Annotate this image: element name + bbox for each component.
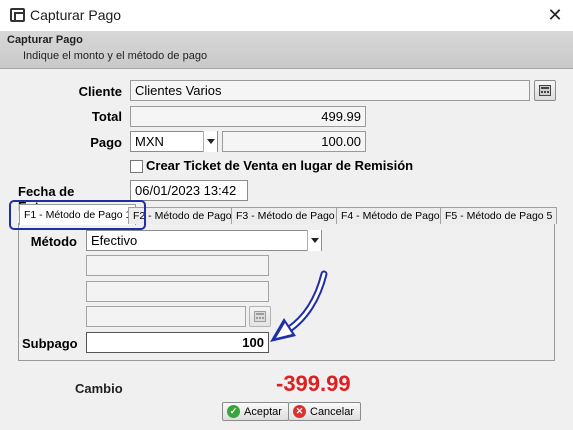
title-bar: Capturar Pago ✕	[0, 0, 573, 31]
accept-label: Aceptar	[244, 405, 282, 418]
metodo-select[interactable]: Efectivo	[86, 230, 322, 251]
arrow-annotation	[270, 270, 328, 342]
metodo-chevron-down-icon[interactable]	[307, 230, 321, 251]
fecha-field[interactable]: 06/01/2023 13:42	[130, 180, 248, 201]
calculator-icon[interactable]	[534, 80, 556, 101]
annotation-highlight-box	[9, 200, 146, 230]
tab-metodo-pago-5[interactable]: F5 - Método de Pago 5	[440, 207, 558, 224]
subpago-label: Subpago	[22, 336, 78, 351]
crear-ticket-label: Crear Ticket de Venta en lugar de Remisi…	[146, 158, 414, 173]
app-window-icon	[10, 8, 25, 22]
dialog-header: Capturar Pago Indique el monto y el méto…	[0, 31, 573, 69]
empty-field-1	[86, 255, 269, 276]
window-title: Capturar Pago	[30, 7, 122, 23]
header-title: Capturar Pago	[7, 34, 83, 46]
cancel-button[interactable]: ✕ Cancelar	[288, 402, 362, 421]
chevron-down-icon[interactable]	[203, 131, 217, 152]
cambio-value: -399.99	[276, 371, 351, 396]
cancel-label: Cancelar	[310, 405, 355, 418]
cambio-label: Cambio	[75, 381, 123, 396]
accept-button[interactable]: ✓ Aceptar	[222, 402, 289, 421]
currency-value: MXN	[135, 134, 164, 149]
tab-metodo-pago-3[interactable]: F3 - Método de Pago 3	[231, 207, 349, 224]
metodo-label: Método	[30, 234, 77, 249]
header-subtitle: Indique el monto y el método de pago	[23, 50, 208, 62]
empty-field-2	[86, 281, 269, 302]
empty-field-3	[86, 306, 246, 327]
metodo-value: Efectivo	[91, 233, 138, 248]
crear-ticket-checkbox[interactable]	[130, 160, 143, 173]
cliente-label: Cliente	[78, 84, 122, 99]
cliente-field[interactable]: Clientes Varios	[130, 80, 530, 101]
cancel-icon: ✕	[293, 405, 306, 418]
subpago-field[interactable]: 100	[86, 332, 269, 353]
pago-label: Pago	[90, 135, 122, 150]
total-field: 499.99	[130, 106, 366, 127]
total-label: Total	[91, 109, 122, 124]
pago-amount-field[interactable]: 100.00	[222, 131, 366, 152]
tab-metodo-pago-4[interactable]: F4 - Método de Pago 4	[336, 207, 454, 224]
close-icon[interactable]: ✕	[545, 4, 565, 26]
checkmark-icon: ✓	[227, 405, 240, 418]
